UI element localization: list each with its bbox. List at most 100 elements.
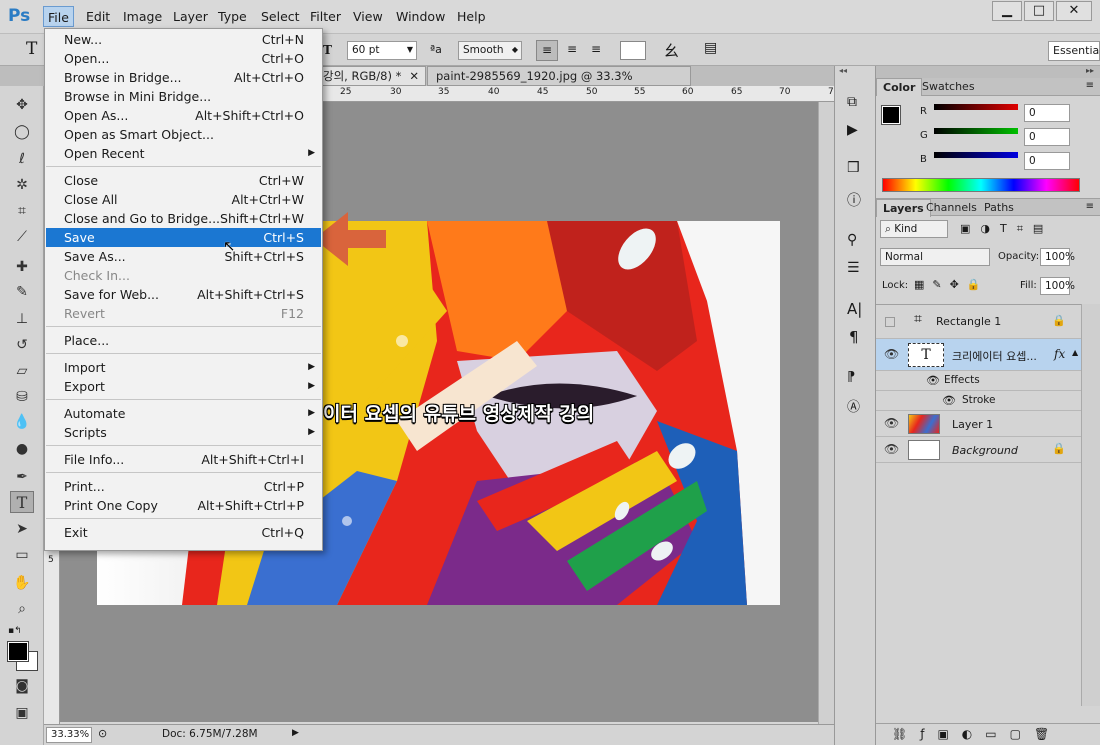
g-input[interactable]: 0	[1024, 128, 1070, 146]
menu-item-exit[interactable]: Exit Ctrl+Q	[46, 523, 321, 542]
menu-edit[interactable]: Edit	[82, 6, 114, 27]
menu-item-automate[interactable]: Automate ▶	[46, 404, 321, 423]
r-input[interactable]: 0	[1024, 104, 1070, 122]
type-tool-button[interactable]: T	[10, 491, 34, 513]
vertical-scrollbar[interactable]	[818, 102, 834, 724]
menu-item-open-as[interactable]: Open As... Alt+Shift+Ctrl+O	[46, 106, 321, 125]
brush-tool-icon[interactable]: ✎	[10, 281, 34, 303]
pen-tool-icon[interactable]: ✒	[10, 466, 34, 488]
warp-text-icon[interactable]: ⺓	[664, 40, 679, 61]
visibility-toggle[interactable]	[885, 317, 895, 327]
blur-tool-icon[interactable]: 💧	[10, 411, 34, 433]
foreground-color-swatch[interactable]	[7, 641, 29, 662]
hand-tool-icon[interactable]: ✋	[10, 572, 34, 594]
layers-footer-icons[interactable]: ⛓ƒ▣◐▭▢🗑	[876, 723, 1100, 745]
menu-select[interactable]: Select	[257, 6, 304, 27]
blend-mode-select[interactable]: Normal	[880, 248, 990, 266]
panel-menu-icon[interactable]: ≡	[1086, 201, 1094, 212]
close-button[interactable]: ✕	[1056, 1, 1092, 21]
opacity-input[interactable]: 100%	[1040, 248, 1075, 266]
maximize-button[interactable]: □	[1024, 1, 1054, 21]
path-selection-icon[interactable]: ➤	[10, 518, 34, 540]
menu-item-new[interactable]: New... Ctrl+N	[46, 30, 321, 49]
brush-panel-icon[interactable]: ⚲	[847, 232, 857, 248]
effects-row[interactable]: 👁 Effects	[876, 371, 1081, 391]
fill-input[interactable]: 100%	[1040, 277, 1075, 295]
menu-item-file-info[interactable]: File Info... Alt+Shift+Ctrl+I	[46, 450, 321, 469]
menu-item-open[interactable]: Open... Ctrl+O	[46, 49, 321, 68]
align-right-icon[interactable]: ≡	[585, 40, 607, 61]
status-menu-icon[interactable]: ▶	[292, 728, 299, 738]
menu-item-browse-in-mini-bridge[interactable]: Browse in Mini Bridge...	[46, 87, 321, 106]
tab-paint-doc[interactable]: paint-2985569_1920.jpg @ 33.3% (RGB/8#) …	[427, 66, 691, 101]
font-size-field[interactable]: 60 pt ▼	[347, 41, 417, 60]
tab-swatches[interactable]: Swatches	[916, 78, 981, 96]
menu-filter[interactable]: Filter	[306, 6, 345, 27]
properties-panel-icon[interactable]: ☰	[847, 260, 860, 276]
menu-help[interactable]: Help	[453, 6, 490, 27]
layer-filter-select[interactable]: ⌕ Kind	[880, 220, 948, 238]
lock-icons[interactable]: ▦✎✥🔒	[914, 278, 989, 291]
menu-item-import[interactable]: Import ▶	[46, 358, 321, 377]
g-slider[interactable]	[934, 128, 1018, 134]
rectangle-tool-icon[interactable]: ▭	[10, 544, 34, 566]
eye-icon[interactable]: 👁	[884, 442, 899, 456]
crop-tool-icon[interactable]: ⌗	[10, 200, 34, 222]
align-left-icon[interactable]: ≡	[536, 40, 558, 61]
menu-item-browse-in-bridge[interactable]: Browse in Bridge... Alt+Ctrl+O	[46, 68, 321, 87]
b-input[interactable]: 0	[1024, 152, 1070, 170]
character-panel-icon[interactable]: ▤	[704, 40, 717, 56]
menu-item-print[interactable]: Print... Ctrl+P	[46, 477, 321, 496]
workspace-select[interactable]: Essential	[1048, 41, 1100, 61]
menu-item-place[interactable]: Place...	[46, 331, 321, 350]
expand-arrow-icon[interactable]: ▲	[1072, 348, 1078, 357]
eye-icon[interactable]: 👁	[884, 416, 899, 430]
text-color-swatch[interactable]	[620, 41, 646, 60]
quick-mask-icon[interactable]: ◙	[10, 675, 34, 697]
eraser-tool-icon[interactable]: ▱	[10, 360, 34, 382]
eye-icon[interactable]: 👁	[926, 374, 940, 387]
status-icon[interactable]: ⊙	[98, 727, 107, 740]
char-styles-icon[interactable]: ⁋	[847, 370, 855, 385]
menu-item-scripts[interactable]: Scripts ▶	[46, 423, 321, 442]
paint-bucket-icon[interactable]: ⛁	[10, 386, 34, 408]
actions-panel-icon[interactable]: ▶	[847, 122, 858, 138]
menu-view[interactable]: View	[349, 6, 387, 27]
paragraph-icon[interactable]: ¶	[849, 328, 859, 346]
menu-type[interactable]: Type	[214, 6, 251, 27]
clone-stamp-icon[interactable]: ⊥	[10, 308, 34, 330]
eye-icon[interactable]: 👁	[884, 347, 899, 361]
r-slider[interactable]	[934, 104, 1018, 110]
history-panel-icon[interactable]: ⧉	[847, 94, 857, 110]
color-spectrum[interactable]	[882, 178, 1080, 192]
menu-item-close-all[interactable]: Close All Alt+Ctrl+W	[46, 190, 321, 209]
menu-image[interactable]: Image	[119, 6, 166, 27]
b-slider[interactable]	[934, 152, 1018, 158]
canvas-text-layer[interactable]: 이터 요셉의 유튜브 영상제작 강의	[323, 399, 594, 426]
eyedropper-icon[interactable]: ⟋	[10, 226, 34, 248]
menu-item-save-for-web[interactable]: Save for Web... Alt+Shift+Ctrl+S	[46, 285, 321, 304]
layer-filter-icons[interactable]: ▣◑T⌗▤	[960, 222, 1053, 236]
color-foreground-swatch[interactable]	[881, 105, 901, 125]
fx-icon[interactable]: fx	[1054, 347, 1065, 361]
zoom-tool-icon[interactable]: ⌕	[10, 598, 34, 620]
layer-row-text[interactable]: 👁 T 크리에이터 요셉... fx ▲	[876, 339, 1081, 371]
para-styles-icon[interactable]: Ⓐ	[847, 396, 860, 415]
character-icon[interactable]: A|	[847, 300, 862, 318]
type-tool-icon[interactable]: T	[26, 39, 37, 59]
history-brush-icon[interactable]: ↺	[10, 334, 34, 356]
zoom-field[interactable]: 33.33%	[46, 727, 92, 743]
magic-wand-icon[interactable]: ✲	[10, 174, 34, 196]
dock-collapse-icon[interactable]: ◂◂	[839, 66, 871, 80]
menu-item-close-and-go-to-bridge[interactable]: Close and Go to Bridge... Shift+Ctrl+W	[46, 209, 321, 228]
panel-menu-icon[interactable]: ≡	[1086, 80, 1094, 91]
tab-active-doc[interactable]: 강의, RGB/8) * ✕	[314, 66, 426, 86]
healing-brush-icon[interactable]: ✚	[10, 256, 34, 278]
layer-row-rectangle[interactable]: ⌗ Rectangle 1 🔒	[876, 305, 1081, 339]
lasso-tool-icon[interactable]: ℓ	[10, 148, 34, 170]
menu-item-save[interactable]: Save Ctrl+S	[46, 228, 321, 247]
marquee-tool-icon[interactable]: ◯	[10, 121, 34, 143]
menu-file[interactable]: File	[43, 6, 74, 27]
screen-mode-icon[interactable]: ▣	[10, 702, 34, 724]
3d-panel-icon[interactable]: ❒	[847, 160, 860, 176]
